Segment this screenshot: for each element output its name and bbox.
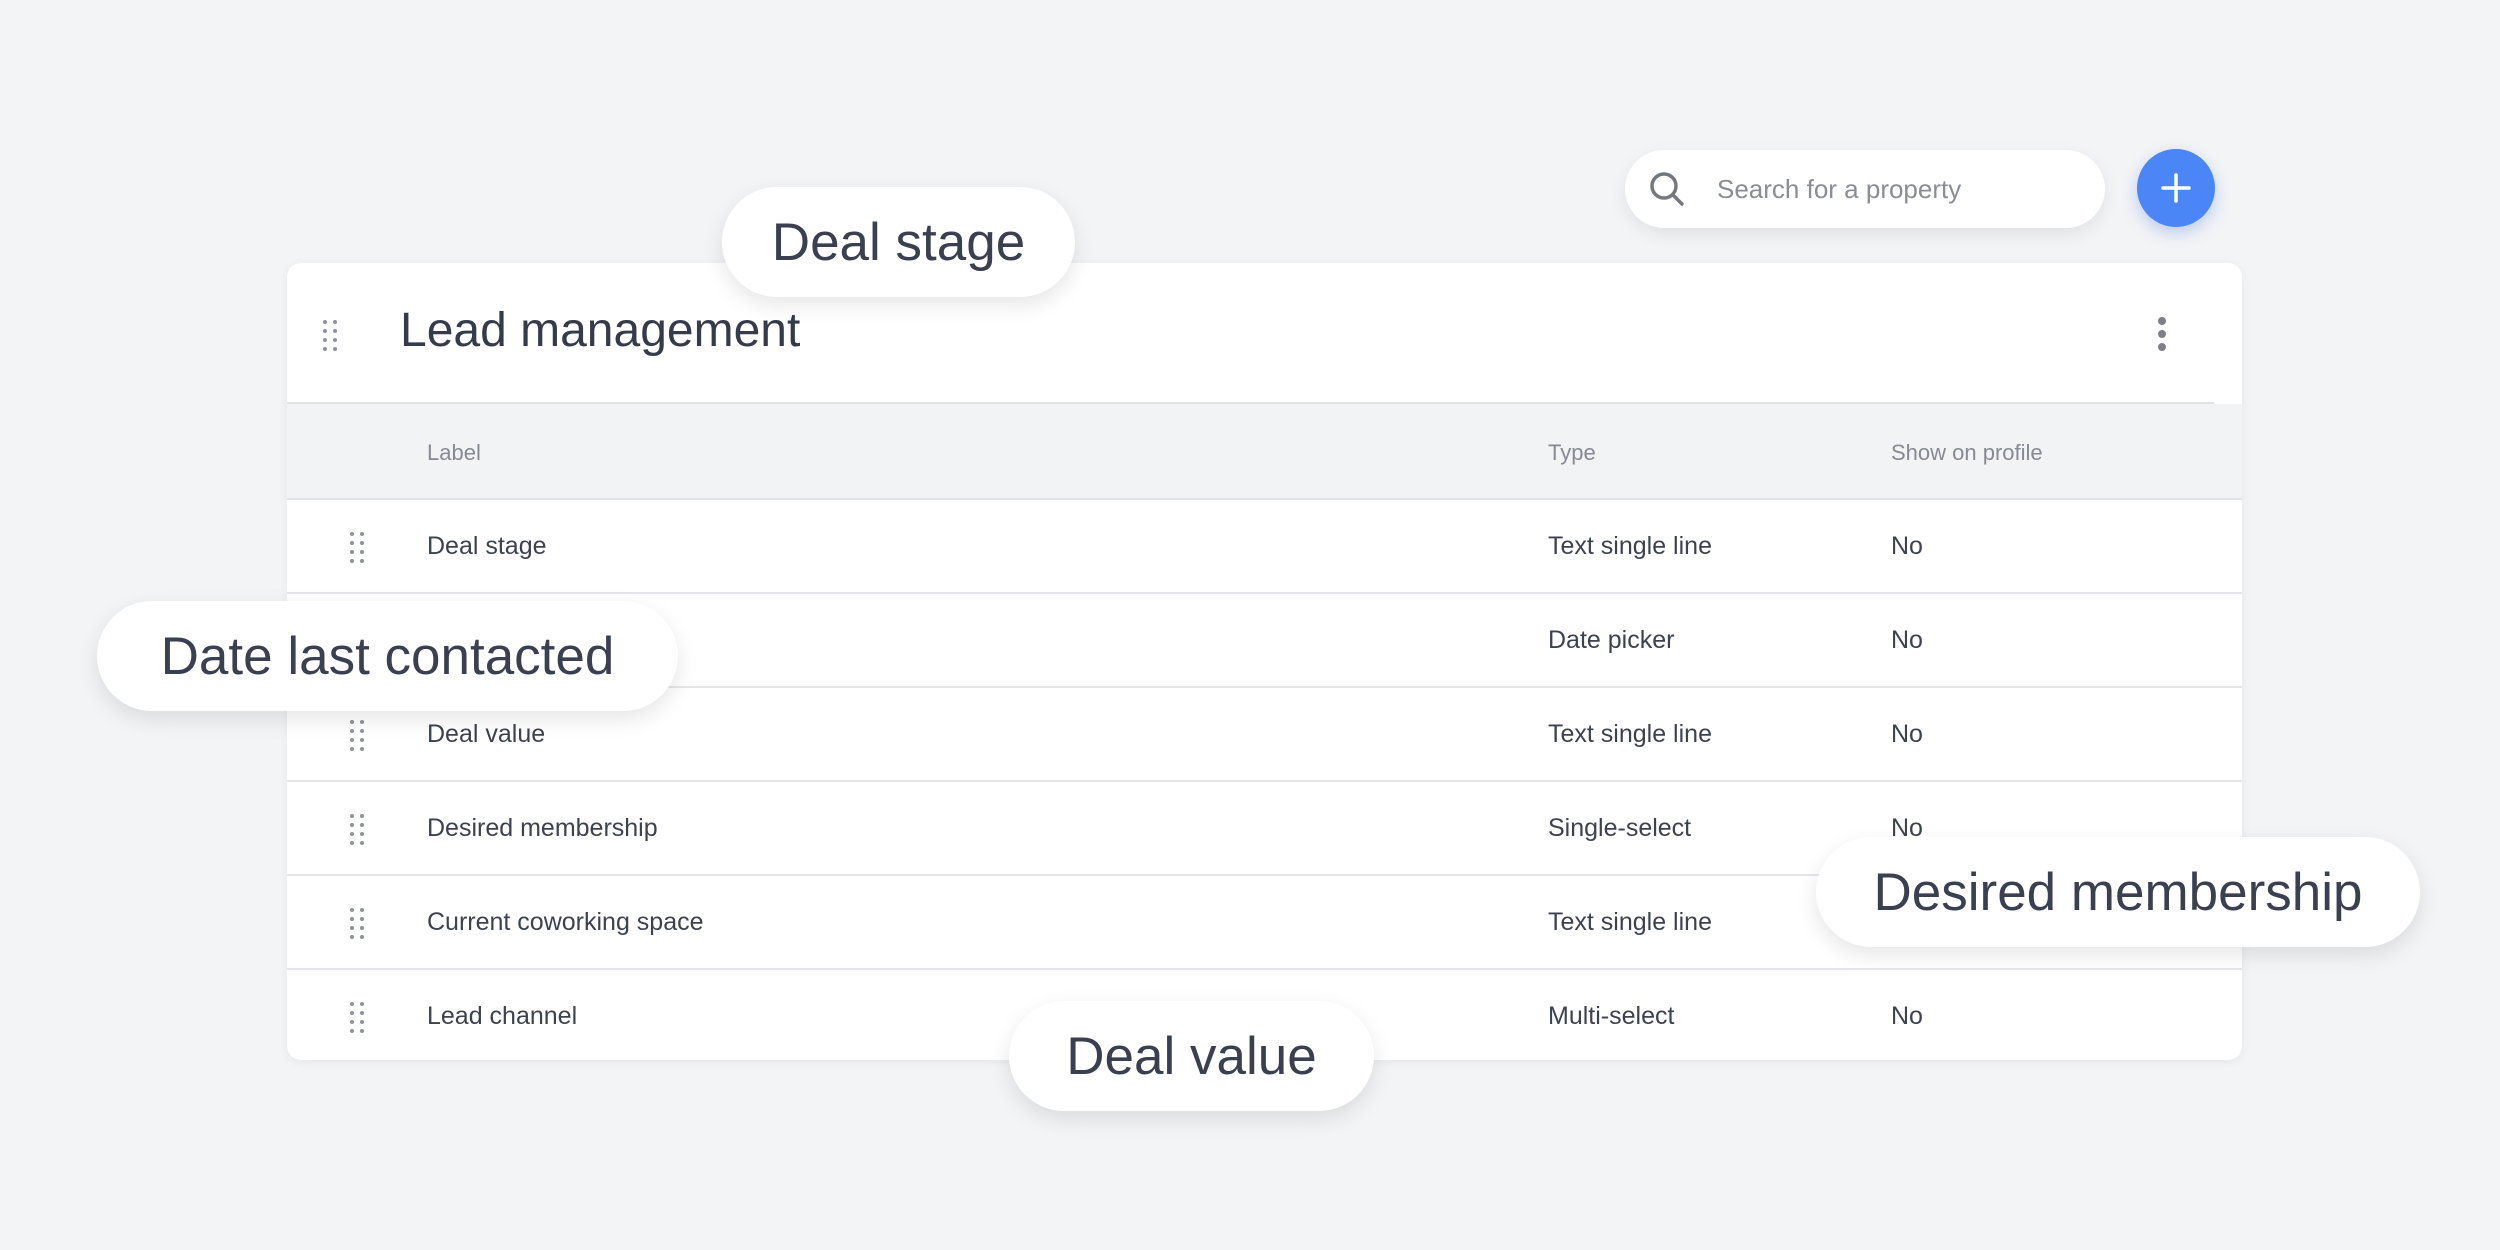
drag-handle-icon[interactable] bbox=[323, 320, 337, 351]
row-show-on-profile: No bbox=[1891, 1002, 1923, 1030]
group-header: Lead management bbox=[287, 263, 2214, 404]
table-header: Label Type Show on profile bbox=[287, 404, 2242, 500]
column-label[interactable]: Label bbox=[427, 440, 481, 466]
row-type: Multi-select bbox=[1548, 1002, 1675, 1030]
more-options-icon[interactable] bbox=[2158, 317, 2166, 351]
row-show-on-profile: No bbox=[1891, 532, 1923, 560]
drag-handle-icon[interactable] bbox=[350, 720, 364, 751]
floating-chip[interactable]: Date last contacted bbox=[97, 601, 678, 711]
plus-icon bbox=[2161, 173, 2191, 203]
group-title: Lead management bbox=[400, 304, 801, 357]
row-label: Current coworking space bbox=[427, 908, 704, 936]
row-type: Date picker bbox=[1548, 626, 1675, 654]
drag-handle-icon[interactable] bbox=[350, 908, 364, 939]
add-property-button[interactable] bbox=[2137, 149, 2215, 227]
row-type: Text single line bbox=[1548, 720, 1712, 748]
search-bar[interactable] bbox=[1625, 150, 2105, 228]
search-input[interactable] bbox=[1715, 172, 2079, 206]
row-type: Text single line bbox=[1548, 532, 1712, 560]
row-show-on-profile: No bbox=[1891, 626, 1923, 654]
row-type: Text single line bbox=[1548, 908, 1712, 936]
search-icon bbox=[1650, 172, 1684, 206]
floating-chip[interactable]: Desired membership bbox=[1816, 837, 2420, 947]
row-label: Lead channel bbox=[427, 1002, 578, 1030]
column-type[interactable]: Type bbox=[1548, 440, 1596, 466]
floating-chip[interactable]: Deal stage bbox=[722, 187, 1075, 297]
drag-handle-icon[interactable] bbox=[350, 532, 364, 563]
row-label: Desired membership bbox=[427, 814, 658, 842]
drag-handle-icon[interactable] bbox=[350, 1002, 364, 1033]
row-type: Single-select bbox=[1548, 814, 1692, 842]
drag-handle-icon[interactable] bbox=[350, 814, 364, 845]
column-show-on-profile[interactable]: Show on profile bbox=[1891, 440, 2043, 466]
row-label: Deal stage bbox=[427, 532, 547, 560]
table-row[interactable]: Deal stage Text single line No bbox=[287, 500, 2242, 594]
row-label: Deal value bbox=[427, 720, 546, 748]
row-show-on-profile: No bbox=[1891, 720, 1923, 748]
floating-chip[interactable]: Deal value bbox=[1009, 1001, 1374, 1111]
